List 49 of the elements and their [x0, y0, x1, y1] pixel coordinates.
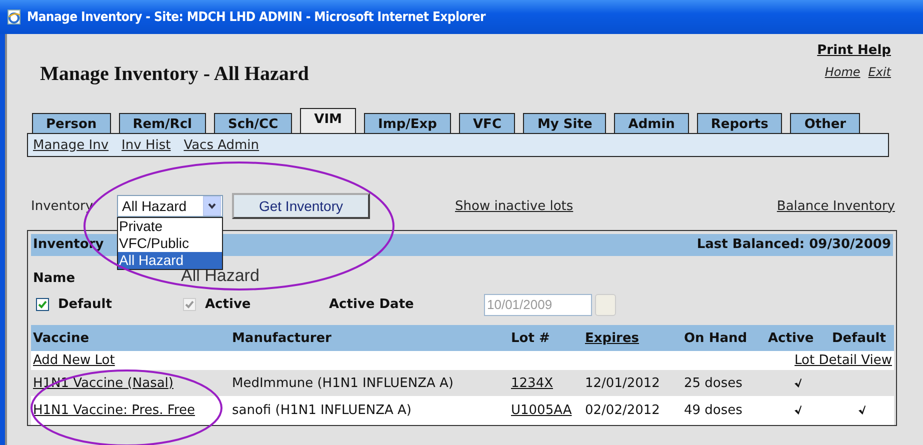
table-cell: MedImmune (H1N1 INFLUENZA A): [232, 376, 454, 390]
name-label: Name: [32, 271, 76, 286]
checkbox[interactable]: [36, 298, 49, 311]
tab[interactable]: Other: [790, 113, 860, 133]
table-cell: 12/01/2012: [585, 376, 660, 390]
calendar-button: [595, 294, 616, 316]
dropdown-option[interactable]: VFC/Public: [118, 235, 222, 252]
tab[interactable]: VIM: [300, 108, 356, 133]
home-link[interactable]: Home: [824, 65, 860, 79]
lot-detail-view-link[interactable]: Lot Detail View: [794, 353, 892, 368]
date-field: 10/01/2009: [484, 294, 592, 316]
column-header: On Hand: [684, 330, 748, 346]
page-title: Manage Inventory - All Hazard: [40, 63, 309, 87]
table-cell: 02/02/2012: [585, 403, 660, 418]
dropdown-option[interactable]: Private: [118, 218, 222, 235]
tab[interactable]: Person: [32, 113, 111, 133]
checkbox-label: Active: [205, 297, 251, 312]
window-title: Manage Inventory - Site: MDCH LHD ADMIN - Microsoft Internet Explorer: [27, 10, 486, 24]
browser-icon: [6, 9, 22, 25]
subnav-link[interactable]: Inv Hist: [122, 138, 171, 152]
tab[interactable]: Imp/Exp: [364, 113, 451, 133]
add-new-lot-link[interactable]: Add New Lot: [33, 353, 115, 368]
tab[interactable]: VFC: [459, 113, 516, 133]
dropdown-option[interactable]: All Hazard: [118, 252, 222, 269]
column-header: Active: [768, 330, 814, 346]
column-header: Default: [832, 330, 886, 346]
active-date-label: Active Date: [329, 297, 415, 312]
table-cell: 49 doses: [684, 403, 742, 418]
column-header: Manufacturer: [232, 330, 332, 346]
table-cell: sanofi (H1N1 INFLUENZA A): [232, 403, 412, 418]
lot-link[interactable]: 1234X: [511, 376, 553, 390]
column-header: Vaccine: [33, 330, 90, 346]
print-help-link[interactable]: Print Help: [817, 43, 891, 58]
subnav-link[interactable]: Manage Inv: [33, 138, 109, 152]
subnav-link[interactable]: Vacs Admin: [184, 138, 260, 152]
column-header: Lot #: [511, 330, 550, 346]
tab[interactable]: My Site: [523, 113, 606, 133]
tab[interactable]: Reports: [696, 113, 782, 133]
table-cell: 25 doses: [684, 376, 742, 390]
exit-link[interactable]: Exit: [868, 65, 891, 79]
tab[interactable]: Rem/Rcl: [118, 113, 206, 133]
checkbox-label: Default: [58, 297, 112, 312]
inventory-select[interactable]: All Hazard: [117, 195, 223, 217]
inventory-label: Inventory: [31, 198, 94, 214]
last-balanced: Last Balanced: 09/30/2009: [696, 237, 891, 253]
get-inventory-button[interactable]: Get Inventory: [232, 193, 370, 219]
balance-inventory-link[interactable]: Balance Inventory: [776, 198, 895, 214]
tab[interactable]: Admin: [614, 113, 689, 133]
tab[interactable]: Sch/CC: [214, 113, 292, 133]
